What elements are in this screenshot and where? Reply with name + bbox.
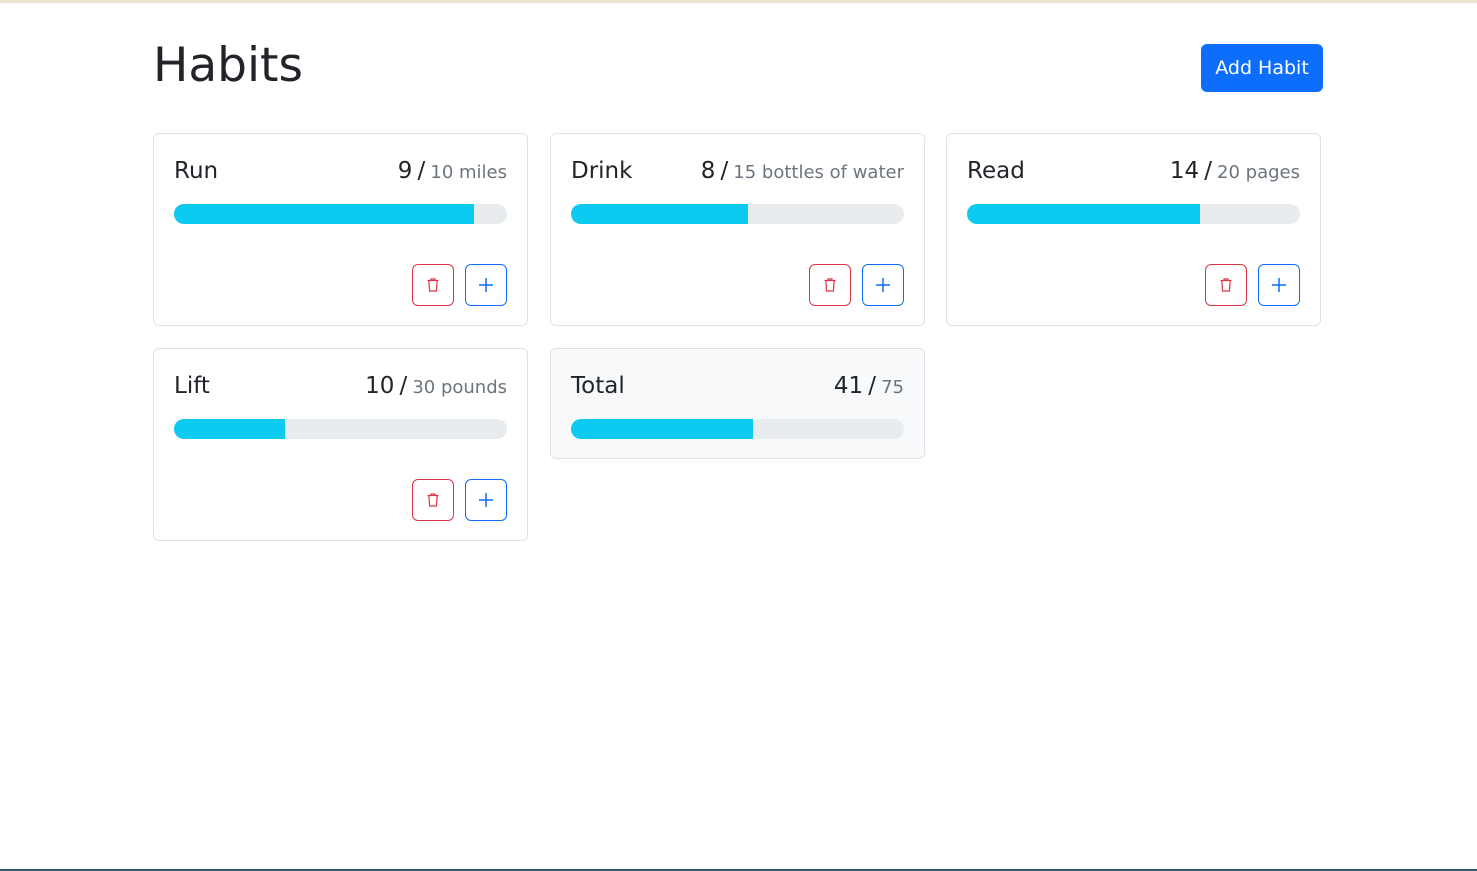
total-count-current: 41 <box>833 373 864 399</box>
habit-count-current: 9 <box>397 158 413 184</box>
habit-count-goal: 30 pounds <box>412 377 507 398</box>
habit-actions <box>1205 264 1300 306</box>
habit-card-read: Read 14 / 20 pages <box>946 133 1321 326</box>
delete-habit-button[interactable] <box>809 264 851 306</box>
habit-progress <box>174 419 507 439</box>
delete-habit-button[interactable] <box>1205 264 1247 306</box>
habit-card-drink: Drink 8 / 15 bottles of water <box>550 133 925 326</box>
delete-habit-button[interactable] <box>412 264 454 306</box>
habit-actions <box>412 479 507 521</box>
habit-card-header: Run 9 / 10 miles <box>174 154 507 188</box>
increment-habit-button[interactable] <box>1258 264 1300 306</box>
habit-name: Read <box>967 158 1025 184</box>
trash-icon <box>427 278 439 292</box>
habit-card-header: Read 14 / 20 pages <box>967 154 1300 188</box>
total-count: 41 / 75 <box>834 369 904 405</box>
habit-name: Drink <box>571 158 633 184</box>
habit-progress-bar <box>174 204 474 224</box>
add-habit-button[interactable]: Add Habit <box>1201 44 1323 92</box>
trash-icon <box>1220 278 1232 292</box>
total-card-header: Total 41 / 75 <box>571 369 904 403</box>
increment-habit-button[interactable] <box>862 264 904 306</box>
habit-card-run: Run 9 / 10 miles <box>153 133 528 326</box>
total-name: Total <box>571 373 625 399</box>
total-progress-bar <box>571 419 754 439</box>
total-count-separator: / <box>868 373 876 399</box>
habit-progress <box>571 204 904 224</box>
total-count-goal: 75 <box>881 377 904 398</box>
total-progress <box>571 419 904 439</box>
habit-count-current: 8 <box>700 158 716 184</box>
page-title: Habits <box>153 38 303 93</box>
habit-actions <box>809 264 904 306</box>
habit-progress-bar <box>571 204 749 224</box>
plus-icon <box>479 493 493 507</box>
habit-count-separator: / <box>399 373 408 399</box>
plus-icon <box>479 278 493 292</box>
habit-progress <box>967 204 1300 224</box>
habit-name: Lift <box>174 373 210 399</box>
habits-page: Habits Add Habit Run 9 / 10 miles Drink … <box>153 0 1323 541</box>
habit-count: 8 / 15 bottles of water <box>701 154 904 190</box>
habit-card-header: Lift 10 / 30 pounds <box>174 369 507 403</box>
page-header: Habits Add Habit <box>153 0 1323 133</box>
habit-count: 9 / 10 miles <box>398 154 507 190</box>
habit-count-separator: / <box>1204 158 1212 184</box>
habit-count-goal: 10 miles <box>430 162 507 183</box>
increment-habit-button[interactable] <box>465 479 507 521</box>
habit-count-separator: / <box>417 158 426 184</box>
habit-count-goal: 15 bottles of water <box>733 162 904 183</box>
plus-icon <box>1272 278 1286 292</box>
habit-count-current: 14 <box>1169 158 1200 184</box>
habit-count: 10 / 30 pounds <box>365 369 507 405</box>
habit-count-goal: 20 pages <box>1217 162 1300 183</box>
trash-icon <box>427 493 439 507</box>
habit-card-lift: Lift 10 / 30 pounds <box>153 348 528 541</box>
habit-progress-bar <box>967 204 1201 224</box>
increment-habit-button[interactable] <box>465 264 507 306</box>
habit-card-header: Drink 8 / 15 bottles of water <box>571 154 904 188</box>
habit-count-current: 10 <box>365 373 395 399</box>
habit-count: 14 / 20 pages <box>1170 154 1300 190</box>
habit-count-separator: / <box>720 158 729 184</box>
total-card: Total 41 / 75 <box>550 348 925 459</box>
delete-habit-button[interactable] <box>412 479 454 521</box>
habit-progress <box>174 204 507 224</box>
trash-icon <box>824 278 836 292</box>
habit-progress-bar <box>174 419 285 439</box>
habit-actions <box>412 264 507 306</box>
plus-icon <box>876 278 890 292</box>
habit-name: Run <box>174 158 219 184</box>
